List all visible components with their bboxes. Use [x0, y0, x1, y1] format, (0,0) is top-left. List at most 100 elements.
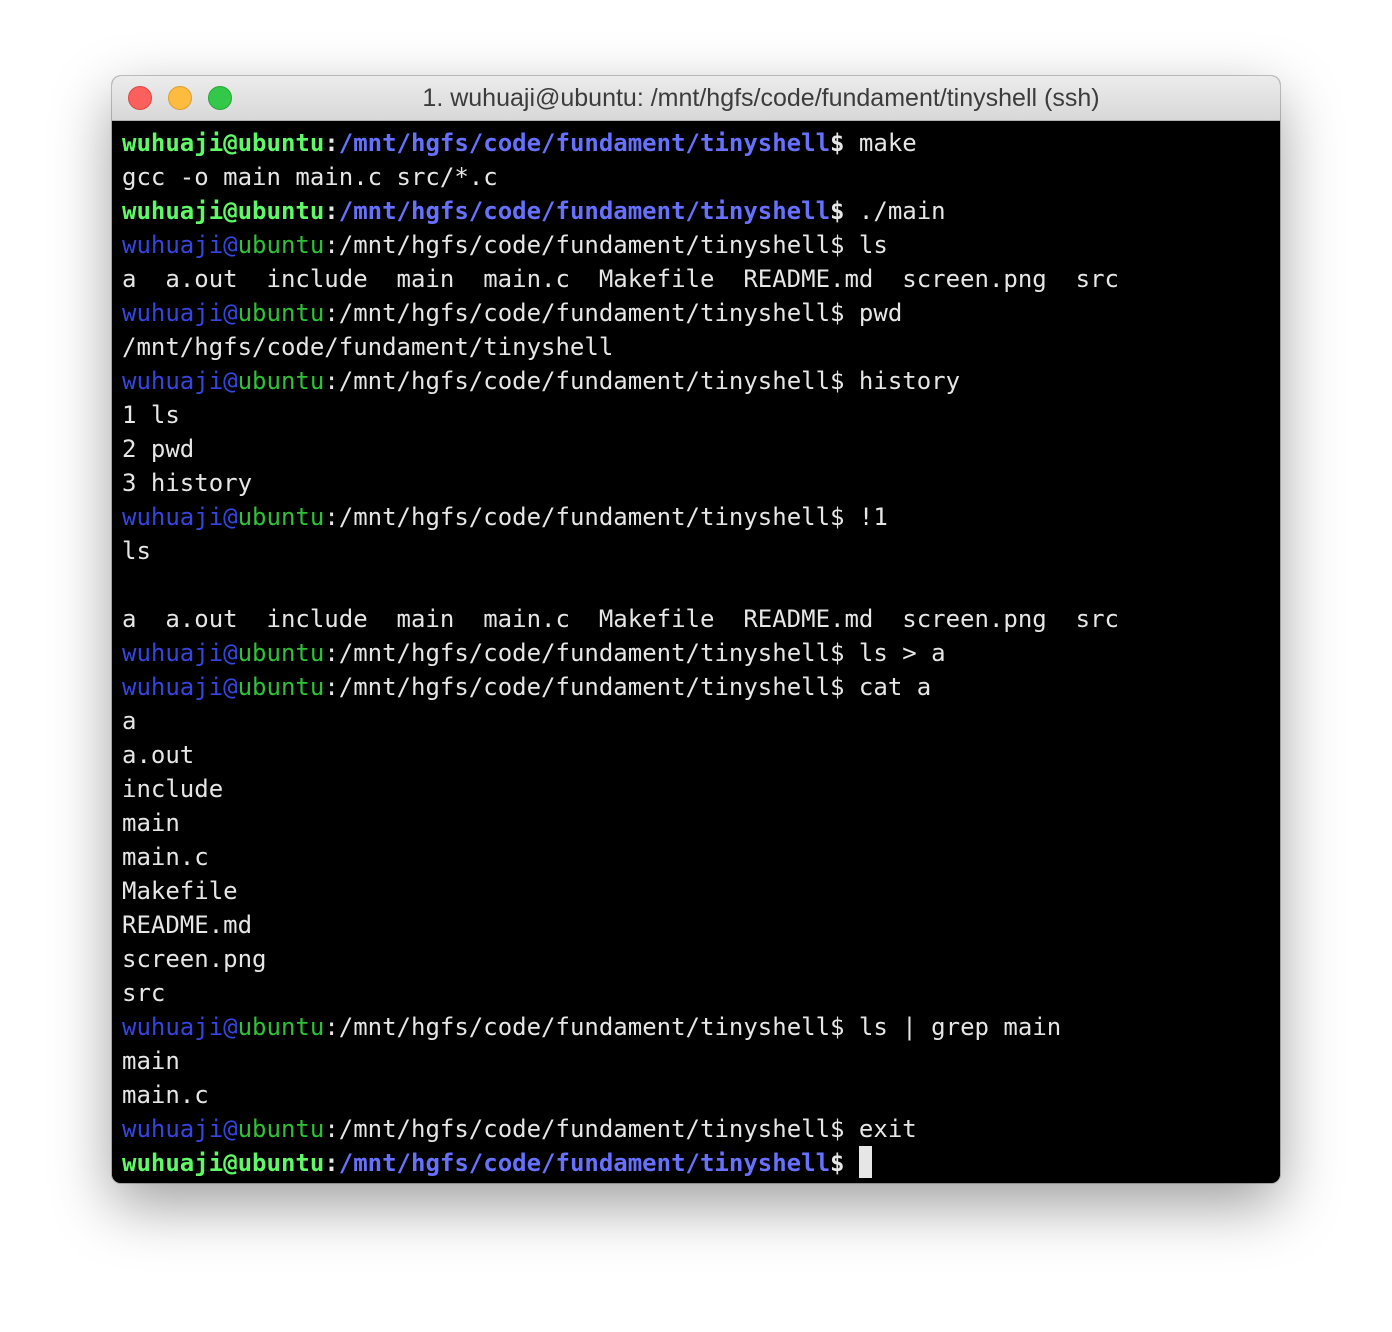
output-line: main.c: [122, 1078, 1280, 1112]
prompt-at: @: [223, 299, 238, 327]
prompt-host: ubuntu: [237, 673, 325, 701]
prompt-host: ubuntu: [237, 299, 325, 327]
output-text: screen.png: [122, 945, 267, 973]
prompt-line: wuhuaji@ubuntu:/mnt/hgfs/code/fundament/…: [122, 194, 1280, 228]
prompt-at: @: [223, 673, 238, 701]
output-text: 2 pwd: [122, 435, 195, 463]
prompt-at: @: [223, 639, 238, 667]
command-text: ls: [844, 231, 888, 259]
window-title: 1. wuhuaji@ubuntu: /mnt/hgfs/code/fundam…: [422, 84, 1100, 112]
output-line: README.md: [122, 908, 1280, 942]
prompt-host: ubuntu: [237, 1115, 325, 1143]
prompt-path: :/mnt/hgfs/code/fundament/tinyshell$: [324, 1013, 845, 1041]
prompt-path: /mnt/hgfs/code/fundament/tinyshell: [338, 129, 831, 157]
command-text: ./main: [844, 197, 946, 225]
prompt-dollar: $: [830, 129, 845, 157]
prompt-user: wuhuaji: [122, 1013, 224, 1041]
command-text: pwd: [844, 299, 903, 327]
prompt-colon: :: [324, 1149, 339, 1177]
prompt-user: wuhuaji: [122, 231, 224, 259]
prompt-line: wuhuaji@ubuntu:/mnt/hgfs/code/fundament/…: [122, 1112, 1280, 1146]
prompt-user: wuhuaji: [122, 367, 224, 395]
output-line: a: [122, 704, 1280, 738]
maximize-button[interactable]: [208, 86, 232, 110]
command-text: exit: [844, 1115, 917, 1143]
output-line: screen.png: [122, 942, 1280, 976]
prompt-path: /mnt/hgfs/code/fundament/tinyshell: [338, 197, 831, 225]
prompt-line: wuhuaji@ubuntu:/mnt/hgfs/code/fundament/…: [122, 636, 1280, 670]
prompt-host: ubuntu: [237, 639, 325, 667]
command-text: history: [844, 367, 961, 395]
command-text: ls | grep main: [844, 1013, 1062, 1041]
prompt-user: wuhuaji: [122, 1115, 224, 1143]
output-text: 1 ls: [122, 401, 180, 429]
prompt-path: :/mnt/hgfs/code/fundament/tinyshell$: [324, 503, 845, 531]
output-text: gcc -o main main.c src/*.c: [122, 163, 498, 191]
prompt-line: wuhuaji@ubuntu:/mnt/hgfs/code/fundament/…: [122, 1010, 1280, 1044]
output-line: 3 history: [122, 466, 1280, 500]
prompt-colon: :: [324, 129, 339, 157]
command-text: [844, 1149, 858, 1177]
output-text: main.c: [122, 1081, 209, 1109]
prompt-user: wuhuaji@ubuntu: [122, 197, 325, 225]
prompt-line: wuhuaji@ubuntu:/mnt/hgfs/code/fundament/…: [122, 228, 1280, 262]
prompt-user: wuhuaji@ubuntu: [122, 1149, 325, 1177]
command-text: cat a: [844, 673, 932, 701]
prompt-host: ubuntu: [237, 503, 325, 531]
output-line: gcc -o main main.c src/*.c: [122, 160, 1280, 194]
output-line: main: [122, 806, 1280, 840]
output-text: main: [122, 809, 180, 837]
output-text: ls: [122, 537, 151, 565]
output-line: 2 pwd: [122, 432, 1280, 466]
prompt-at: @: [223, 1115, 238, 1143]
prompt-line: wuhuaji@ubuntu:/mnt/hgfs/code/fundament/…: [122, 670, 1280, 704]
output-line: a a.out include main main.c Makefile REA…: [122, 602, 1280, 636]
prompt-line: wuhuaji@ubuntu:/mnt/hgfs/code/fundament/…: [122, 296, 1280, 330]
text-cursor: [858, 1146, 872, 1178]
prompt-line: wuhuaji@ubuntu:/mnt/hgfs/code/fundament/…: [122, 126, 1280, 160]
prompt-path: :/mnt/hgfs/code/fundament/tinyshell$: [324, 673, 845, 701]
command-text: !1: [844, 503, 888, 531]
prompt-at: @: [223, 503, 238, 531]
prompt-path: :/mnt/hgfs/code/fundament/tinyshell$: [324, 1115, 845, 1143]
output-text: main.c: [122, 843, 209, 871]
prompt-dollar: $: [830, 1149, 845, 1177]
prompt-host: ubuntu: [237, 231, 325, 259]
prompt-path: /mnt/hgfs/code/fundament/tinyshell: [338, 1149, 831, 1177]
output-line: main.c: [122, 840, 1280, 874]
prompt-host: ubuntu: [237, 367, 325, 395]
prompt-user: wuhuaji: [122, 299, 224, 327]
prompt-line: wuhuaji@ubuntu:/mnt/hgfs/code/fundament/…: [122, 1146, 1280, 1180]
close-button[interactable]: [128, 86, 152, 110]
prompt-path: :/mnt/hgfs/code/fundament/tinyshell$: [324, 231, 845, 259]
prompt-path: :/mnt/hgfs/code/fundament/tinyshell$: [324, 639, 845, 667]
prompt-user: wuhuaji: [122, 673, 224, 701]
output-line: ls: [122, 534, 1280, 568]
output-text: /mnt/hgfs/code/fundament/tinyshell: [122, 333, 614, 361]
output-line: main: [122, 1044, 1280, 1078]
output-text: include: [122, 775, 224, 803]
prompt-line: wuhuaji@ubuntu:/mnt/hgfs/code/fundament/…: [122, 364, 1280, 398]
prompt-path: :/mnt/hgfs/code/fundament/tinyshell$: [324, 367, 845, 395]
output-line: src: [122, 976, 1280, 1010]
command-text: make: [844, 129, 917, 157]
terminal-output[interactable]: wuhuaji@ubuntu:/mnt/hgfs/code/fundament/…: [112, 121, 1280, 1183]
output-line: a.out: [122, 738, 1280, 772]
prompt-path: :/mnt/hgfs/code/fundament/tinyshell$: [324, 299, 845, 327]
prompt-user: wuhuaji: [122, 639, 224, 667]
output-text: Makefile: [122, 877, 238, 905]
prompt-dollar: $: [830, 197, 845, 225]
title-bar[interactable]: 1. wuhuaji@ubuntu: /mnt/hgfs/code/fundam…: [112, 76, 1280, 121]
output-line: a a.out include main main.c Makefile REA…: [122, 262, 1280, 296]
prompt-at: @: [223, 367, 238, 395]
prompt-line: wuhuaji@ubuntu:/mnt/hgfs/code/fundament/…: [122, 500, 1280, 534]
prompt-user: wuhuaji@ubuntu: [122, 129, 325, 157]
output-text: a a.out include main main.c Makefile REA…: [122, 605, 1119, 633]
prompt-at: @: [223, 231, 238, 259]
prompt-host: ubuntu: [237, 1013, 325, 1041]
command-text: ls > a: [844, 639, 946, 667]
output-text: a.out: [122, 741, 195, 769]
output-text: README.md: [122, 911, 253, 939]
minimize-button[interactable]: [168, 86, 192, 110]
